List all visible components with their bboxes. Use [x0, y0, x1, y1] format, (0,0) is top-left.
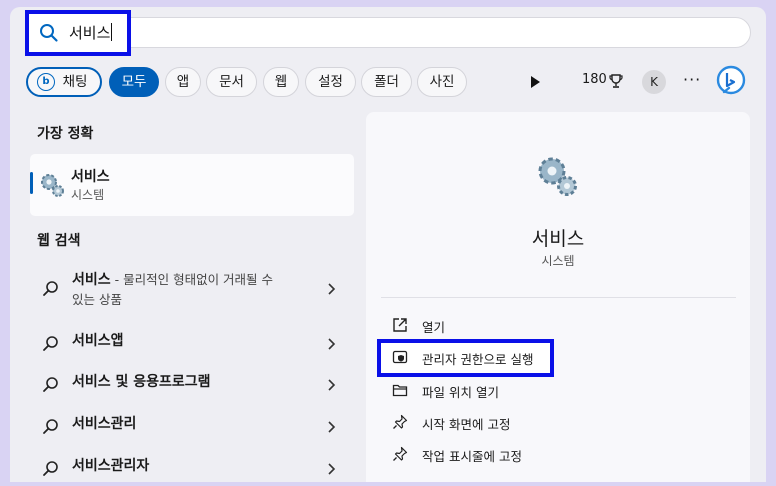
filter-photos[interactable]: 사진: [417, 67, 467, 97]
web-result-item[interactable]: 서비스관리: [30, 412, 354, 444]
search-icon: [43, 336, 58, 351]
trophy-icon[interactable]: [609, 74, 623, 90]
filter-all[interactable]: 모두: [109, 67, 159, 97]
filter-settings[interactable]: 설정: [305, 67, 356, 97]
search-icon: [40, 24, 58, 42]
chevron-right-icon: [328, 463, 336, 475]
bing-icon[interactable]: [715, 65, 747, 97]
filter-chat[interactable]: b 채팅: [26, 67, 102, 97]
services-gear-icon: [538, 157, 577, 196]
web-result-item[interactable]: 서비스관리자: [30, 454, 354, 486]
web-search-title: 웹 검색: [37, 233, 81, 249]
web-result-item[interactable]: 서비스 - 물리적인 형태없이 거래될 수 있는 상품: [30, 270, 354, 310]
chevron-right-icon: [328, 379, 336, 391]
search-icon: [43, 281, 58, 296]
search-input[interactable]: [32, 17, 751, 48]
detail-app-name: 서비스: [531, 228, 585, 250]
divider: [381, 297, 736, 298]
filter-web[interactable]: 웹: [263, 67, 299, 97]
web-result-item[interactable]: 서비스앱: [30, 329, 354, 361]
search-icon: [43, 461, 58, 476]
open-external-icon: [393, 318, 407, 332]
detail-app-type: 시스템: [541, 254, 575, 268]
selection-indicator: [30, 172, 33, 194]
avatar[interactable]: K: [642, 70, 666, 94]
best-match-title: 가장 정확: [37, 126, 94, 142]
search-icon: [43, 419, 58, 434]
filter-apps[interactable]: 앱: [165, 67, 201, 97]
play-icon[interactable]: [531, 76, 540, 88]
chevron-right-icon: [328, 421, 336, 433]
pin-icon: [393, 414, 408, 429]
search-query[interactable]: 서비스: [69, 22, 113, 43]
filter-documents[interactable]: 문서: [206, 67, 257, 97]
web-result-item[interactable]: 서비스 및 응용프로그램: [30, 370, 354, 402]
best-match-name: 서비스: [71, 169, 110, 185]
best-match-type: 시스템: [71, 188, 105, 202]
filter-folders[interactable]: 폴더: [361, 67, 412, 97]
folder-icon: [392, 384, 408, 397]
rewards-points[interactable]: 180: [582, 72, 607, 87]
shield-icon: [392, 350, 408, 364]
chevron-right-icon: [328, 283, 336, 295]
bing-chat-icon: b: [37, 73, 55, 91]
more-icon[interactable]: ···: [683, 70, 701, 89]
search-icon: [43, 377, 58, 392]
pin-icon: [393, 446, 408, 461]
services-gear-icon: [41, 174, 64, 197]
chevron-right-icon: [328, 338, 336, 350]
